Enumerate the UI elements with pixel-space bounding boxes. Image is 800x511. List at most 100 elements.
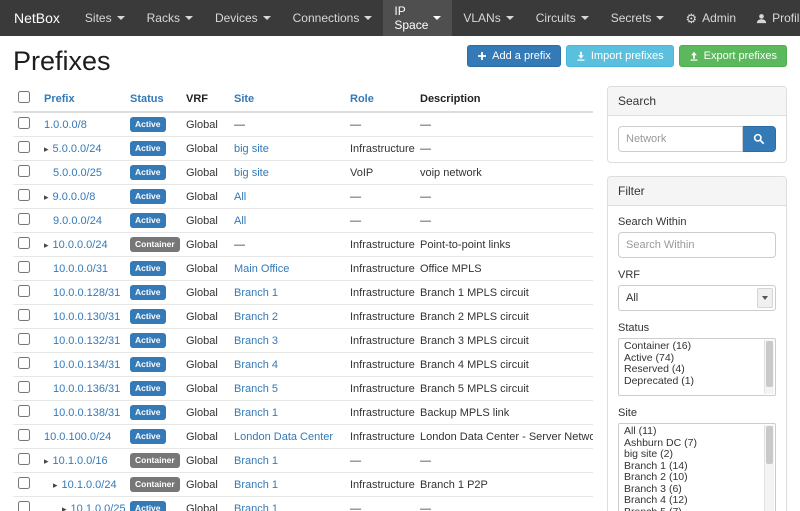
status-listbox[interactable]: Container (16)Active (74)Reserved (4)Dep… (618, 338, 776, 396)
export-icon (689, 51, 699, 61)
nav-item-vlans[interactable]: VLANs (452, 0, 524, 36)
row-checkbox[interactable] (18, 213, 30, 225)
description-cell: — (415, 497, 593, 511)
row-checkbox[interactable] (18, 165, 30, 177)
list-option[interactable]: Active (74) (621, 353, 761, 365)
nav-item-secrets[interactable]: Secrets (600, 0, 676, 36)
site-link[interactable]: Branch 1 (234, 455, 278, 467)
site-link[interactable]: big site (234, 143, 269, 155)
site-link[interactable]: London Data Center (234, 431, 333, 443)
export-prefixes-button[interactable]: Export prefixes (679, 45, 787, 67)
site-link[interactable]: Branch 2 (234, 311, 278, 323)
search-input[interactable] (618, 126, 743, 152)
row-checkbox[interactable] (18, 453, 30, 465)
table-row: 10.0.0.134/31ActiveGlobalBranch 4Infrast… (13, 353, 593, 377)
sort-site-header[interactable]: Site (234, 93, 254, 105)
row-checkbox[interactable] (18, 429, 30, 441)
list-option[interactable]: Branch 4 (12) (621, 495, 761, 507)
vrf-select[interactable]: All (618, 285, 776, 311)
site-link[interactable]: Branch 1 (234, 503, 278, 511)
site-listbox-scrollbar[interactable] (764, 425, 774, 511)
list-option[interactable]: All (11) (621, 426, 761, 438)
list-option[interactable]: Branch 3 (6) (621, 484, 761, 496)
app-logo[interactable]: NetBox (0, 0, 74, 36)
row-checkbox[interactable] (18, 309, 30, 321)
nav-item-devices[interactable]: Devices (204, 0, 282, 36)
nav-item-racks[interactable]: Racks (136, 0, 204, 36)
prefix-link[interactable]: 10.0.0.0/31 (53, 263, 108, 275)
list-option[interactable]: Branch 2 (10) (621, 472, 761, 484)
site-link[interactable]: Main Office (234, 263, 289, 275)
prefix-link[interactable]: 10.0.0.136/31 (53, 383, 120, 395)
site-link[interactable]: big site (234, 167, 269, 179)
prefix-link[interactable]: 10.0.0.138/31 (53, 407, 120, 419)
row-checkbox[interactable] (18, 477, 30, 489)
status-listbox-scrollbar[interactable] (764, 340, 774, 394)
site-listbox[interactable]: All (11)Ashburn DC (7)big site (2)Branch… (618, 423, 776, 511)
list-option[interactable]: Ashburn DC (7) (621, 438, 761, 450)
site-link[interactable]: Branch 3 (234, 335, 278, 347)
prefix-link[interactable]: 1.0.0.0/8 (44, 119, 87, 131)
admin-link[interactable]: ⚙ Admin (675, 0, 746, 36)
search-button[interactable] (743, 126, 776, 152)
select-all-checkbox[interactable] (18, 91, 30, 103)
nav-item-circuits[interactable]: Circuits (525, 0, 600, 36)
prefix-link[interactable]: 10.0.0.134/31 (53, 359, 120, 371)
status-badge: Active (130, 405, 166, 420)
prefix-link[interactable]: 10.0.0.130/31 (53, 311, 120, 323)
row-checkbox[interactable] (18, 141, 30, 153)
sort-role-header[interactable]: Role (350, 93, 374, 105)
prefix-link[interactable]: 10.0.0.0/24 (53, 239, 108, 251)
site-link[interactable]: Branch 1 (234, 407, 278, 419)
site-link[interactable]: All (234, 215, 246, 227)
prefix-cell: ▸10.1.0.0/25 (39, 497, 125, 511)
row-checkbox[interactable] (18, 333, 30, 345)
sidebar: Search Filter Search Within (607, 86, 787, 511)
status-cell: Active (125, 497, 181, 511)
scrollbar-thumb[interactable] (766, 426, 773, 464)
prefix-link[interactable]: 9.0.0.0/8 (53, 191, 96, 203)
sort-status-header[interactable]: Status (130, 93, 164, 105)
import-prefixes-button[interactable]: Import prefixes (566, 45, 674, 67)
role-cell: — (345, 449, 415, 473)
prefix-table-body: 1.0.0.0/8ActiveGlobal———▸5.0.0.0/24Activ… (13, 112, 593, 511)
row-checkbox[interactable] (18, 189, 30, 201)
prefix-link[interactable]: 10.1.0.0/16 (53, 455, 108, 467)
row-checkbox[interactable] (18, 261, 30, 273)
prefix-link[interactable]: 10.1.0.0/24 (62, 479, 117, 491)
site-link[interactable]: Branch 1 (234, 287, 278, 299)
list-option[interactable]: Branch 5 (7) (621, 507, 761, 511)
list-option[interactable]: Branch 1 (14) (621, 461, 761, 473)
prefix-link[interactable]: 10.1.0.0/25 (71, 503, 125, 511)
profile-link[interactable]: Profile (746, 0, 800, 36)
list-option[interactable]: Reserved (4) (621, 364, 761, 376)
prefix-link[interactable]: 10.0.0.132/31 (53, 335, 120, 347)
search-within-input[interactable] (618, 232, 776, 258)
list-option[interactable]: Container (16) (621, 341, 761, 353)
prefix-link[interactable]: 5.0.0.0/24 (53, 143, 102, 155)
row-checkbox[interactable] (18, 381, 30, 393)
nav-item-ip-space[interactable]: IP Space (383, 0, 452, 36)
row-checkbox[interactable] (18, 237, 30, 249)
prefix-link[interactable]: 9.0.0.0/24 (53, 215, 102, 227)
row-checkbox[interactable] (18, 357, 30, 369)
list-option[interactable]: Deprecated (1) (621, 376, 761, 388)
site-link[interactable]: Branch 4 (234, 359, 278, 371)
row-checkbox[interactable] (18, 501, 30, 511)
nav-item-connections[interactable]: Connections (282, 0, 384, 36)
site-link[interactable]: Branch 5 (234, 383, 278, 395)
row-checkbox[interactable] (18, 285, 30, 297)
prefix-link[interactable]: 5.0.0.0/25 (53, 167, 102, 179)
prefix-link[interactable]: 10.0.100.0/24 (44, 431, 111, 443)
add-prefix-button[interactable]: Add a prefix (467, 45, 561, 67)
list-option[interactable]: big site (2) (621, 449, 761, 461)
row-checkbox[interactable] (18, 405, 30, 417)
nav-item-sites[interactable]: Sites (74, 0, 136, 36)
site-link[interactable]: All (234, 191, 246, 203)
sort-prefix-header[interactable]: Prefix (44, 93, 75, 105)
scrollbar-thumb[interactable] (766, 341, 773, 387)
site-link[interactable]: Branch 1 (234, 479, 278, 491)
site-listbox-options: All (11)Ashburn DC (7)big site (2)Branch… (621, 426, 761, 511)
prefix-link[interactable]: 10.0.0.128/31 (53, 287, 120, 299)
row-checkbox[interactable] (18, 117, 30, 129)
